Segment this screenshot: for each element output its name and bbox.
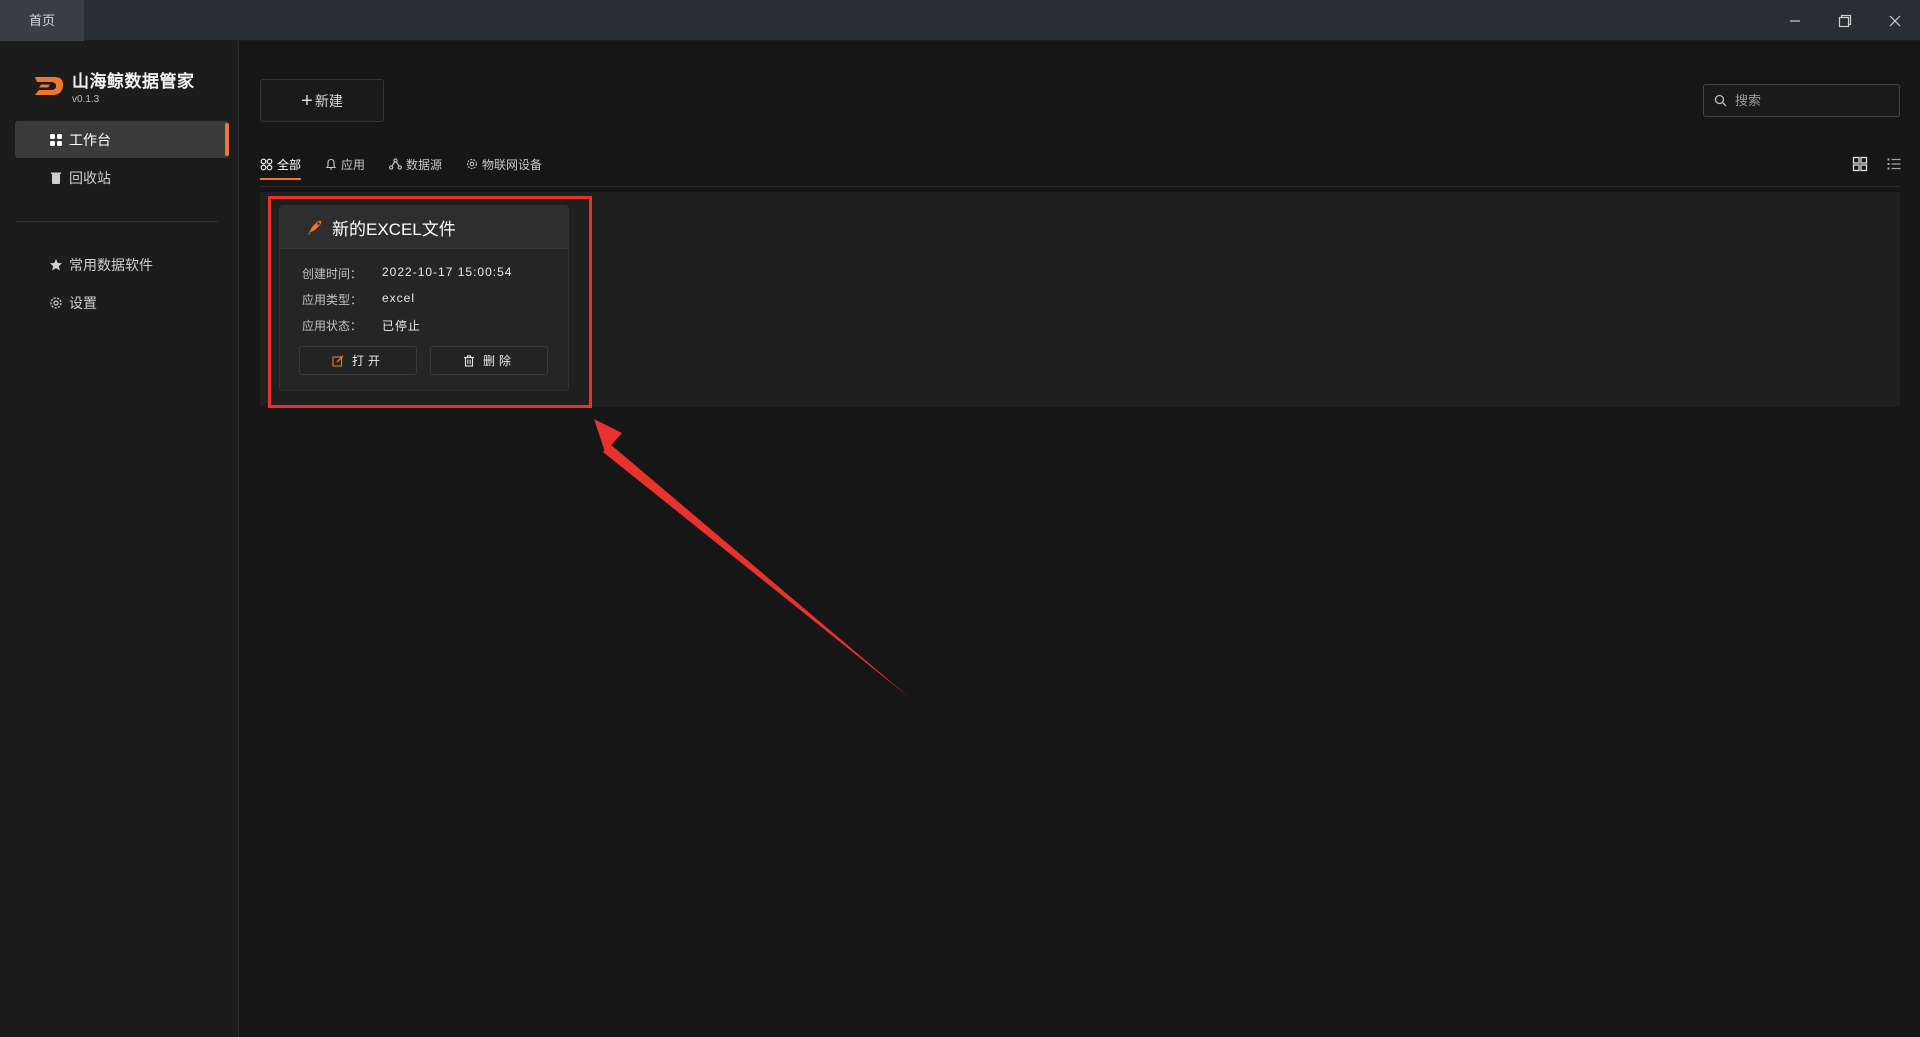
close-icon	[1889, 15, 1901, 26]
tab-all-label: 全部	[277, 157, 302, 172]
card-header: 新的EXCEL文件	[280, 206, 568, 249]
sidebar-item-label: 常用数据软件	[69, 256, 153, 273]
card-field-status: 应用状态： 已停止	[302, 317, 421, 334]
grid-view-icon	[1852, 156, 1868, 172]
tab-apps[interactable]: 应用	[325, 150, 365, 178]
tab-iot-devices[interactable]: 物联网设备	[466, 150, 542, 178]
list-view-icon	[1887, 158, 1901, 170]
field-label: 应用状态：	[302, 319, 363, 333]
minimize-icon	[1790, 19, 1800, 22]
sidebar-item-settings[interactable]: 设置	[15, 284, 229, 321]
field-value: excel	[382, 291, 416, 305]
restore-button[interactable]	[1821, 0, 1869, 41]
restore-icon	[1838, 14, 1852, 27]
search-box[interactable]	[1703, 84, 1900, 117]
trash-icon	[49, 171, 63, 185]
excel-file-icon	[308, 220, 322, 235]
sidebar: 山海鲸数据管家 v0.1.3 工作台 回收站 常用数据软件 设置	[0, 41, 239, 1037]
logo-icon	[35, 77, 64, 95]
open-button-label: 打开	[351, 354, 384, 368]
app-name: 山海鲸数据管家	[72, 72, 195, 91]
gear-icon	[49, 296, 63, 310]
grid-icon	[49, 133, 63, 147]
trash-icon	[463, 354, 474, 367]
app-card[interactable]: 新的EXCEL文件 创建时间： 2022-10-17 15:00:54 应用类型…	[279, 205, 569, 391]
list-view-button[interactable]	[1882, 154, 1906, 174]
field-label: 创建时间：	[302, 267, 363, 281]
minimize-button[interactable]	[1771, 0, 1819, 41]
plus-icon: +	[301, 89, 313, 112]
grid-view-button[interactable]	[1848, 154, 1872, 174]
tab-iot-devices-label: 物联网设备	[482, 157, 543, 172]
filter-divider	[260, 186, 1900, 187]
sidebar-divider	[16, 221, 218, 222]
sidebar-item-recycle-bin[interactable]: 回收站	[15, 159, 229, 196]
filter-tabs: 全部 应用 数据源 物联网设备	[260, 150, 566, 180]
app-version: v0.1.3	[72, 94, 100, 105]
field-value: 已停止	[382, 319, 422, 333]
close-button[interactable]	[1871, 0, 1919, 41]
tab-apps-label: 应用	[341, 157, 366, 172]
card-field-created: 创建时间： 2022-10-17 15:00:54	[302, 265, 512, 282]
sidebar-item-common-software[interactable]: 常用数据软件	[15, 246, 229, 283]
tab-datasource[interactable]: 数据源	[389, 150, 442, 178]
sidebar-item-label: 设置	[69, 294, 97, 311]
tab-all[interactable]: 全部	[260, 150, 302, 180]
sidebar-item-workbench[interactable]: 工作台	[15, 121, 229, 158]
card-field-type: 应用类型： excel	[302, 291, 415, 308]
new-button-label: 新建	[314, 92, 343, 109]
sidebar-item-label: 工作台	[69, 131, 111, 148]
all-icon	[260, 158, 273, 170]
network-icon	[389, 158, 402, 170]
edit-icon	[332, 355, 344, 367]
brand: 山海鲸数据管家 v0.1.3	[32, 67, 195, 105]
field-label: 应用类型：	[302, 293, 363, 307]
card-title: 新的EXCEL文件	[332, 219, 456, 239]
new-button[interactable]: + 新建	[260, 79, 384, 122]
view-toggles	[1838, 154, 1906, 174]
device-icon	[466, 158, 478, 170]
title-bar: 首页	[0, 0, 1920, 41]
sidebar-item-label: 回收站	[69, 169, 111, 186]
search-input[interactable]	[1733, 92, 1883, 109]
search-icon	[1714, 94, 1727, 107]
delete-button[interactable]: 删除	[430, 346, 548, 375]
tab-datasource-label: 数据源	[406, 157, 443, 172]
delete-button-label: 删除	[482, 354, 515, 368]
tab-home[interactable]: 首页	[0, 0, 84, 41]
bell-icon	[325, 158, 337, 170]
field-value: 2022-10-17 15:00:54	[382, 265, 513, 279]
open-button[interactable]: 打开	[299, 346, 417, 375]
star-icon	[49, 258, 63, 272]
